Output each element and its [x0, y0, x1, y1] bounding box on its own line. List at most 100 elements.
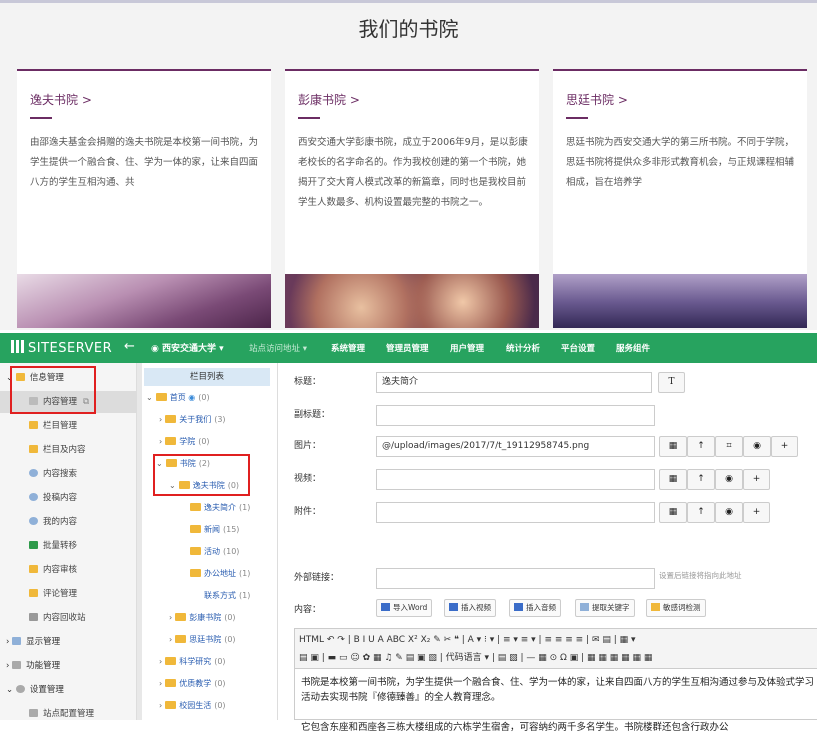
folder-icon [175, 635, 187, 643]
chevron-right-icon: › [159, 415, 163, 424]
tree-label: 思廷书院 [189, 635, 222, 644]
nav-platform[interactable]: 平台设置 [561, 342, 595, 354]
plus-icon[interactable]: + [743, 469, 770, 490]
back-arrow-icon[interactable]: ← [124, 339, 135, 354]
chevron-right-icon: › [159, 437, 163, 446]
sensitive-check-button[interactable]: 敏感词检测 [646, 599, 706, 617]
card-pengkang[interactable]: 彭康书院 > 西安交通大学彭康书院，成立于2006年9月，是以彭康老校长的名字命… [285, 69, 539, 328]
tool-label: 导入Word [393, 603, 428, 612]
plus-icon[interactable]: + [771, 436, 798, 457]
grid-icon[interactable]: ▦ [659, 502, 687, 523]
card-siting[interactable]: 思廷书院 > 思廷书院为西安交通大学的第三所书院。不同于学院，思廷书院将提供众多… [553, 69, 807, 328]
card-yifu[interactable]: 逸夫书院 > 由邵逸夫基金会捐赠的逸夫书院是本校第一间书院，为学生提供一个融合食… [17, 69, 271, 328]
tree-node-news[interactable]: 新闻 (15) [190, 522, 239, 538]
sidebar-item-submissions[interactable]: 投稿内容 [0, 487, 137, 509]
image-label: 图片： [294, 441, 322, 451]
eye-icon[interactable]: ◉ [743, 436, 771, 457]
tree-label: 首页 [169, 393, 186, 402]
link-input[interactable] [376, 568, 655, 589]
crop-icon[interactable]: ⌗ [715, 436, 743, 457]
chevron-down-icon: ⌄ [6, 685, 16, 695]
sidebar-item-site-config[interactable]: 站点配置管理 [0, 703, 137, 725]
siteserver-logo[interactable]: SITESERVER [11, 340, 112, 356]
nav-services[interactable]: 服务组件 [616, 342, 650, 354]
tag-icon [580, 603, 589, 611]
sidebar-group-function[interactable]: › 功能管理 [0, 655, 137, 677]
nav-site-url[interactable]: 站点访问地址 ▾ [249, 342, 307, 354]
tree-count: (0) [214, 657, 226, 666]
sidebar-group-display[interactable]: › 显示管理 [0, 631, 137, 653]
image-input[interactable]: @/upload/images/2017/7/t_19112958745.png [376, 436, 655, 457]
top-navbar: SITESERVER ← ◉ 西安交通大学 ▾ 站点访问地址 ▾ 系统管理 管理… [0, 333, 817, 363]
subtitle-input[interactable] [376, 405, 655, 426]
tree-node-campus[interactable]: › 校园生活 (0) [159, 698, 226, 714]
video-label: 视频： [294, 474, 322, 484]
title-input[interactable]: 逸夫简介 [376, 372, 652, 393]
tree-node-about[interactable]: › 关于我们 (3) [159, 412, 226, 428]
tree-node-activities[interactable]: 活动 (10) [190, 544, 239, 560]
sidebar-item-search[interactable]: 内容搜索 [0, 463, 137, 485]
sidebar-item-channels-content[interactable]: 栏目及内容 [0, 439, 137, 461]
tree-node-research[interactable]: › 科学研究 (0) [159, 654, 226, 670]
sidebar-item-channels[interactable]: 栏目管理 [0, 415, 137, 437]
sidebar-item-comments[interactable]: 评论管理 [0, 583, 137, 605]
rich-text-editor[interactable]: HTML ↶ ↷ | B I U A ABC X² X₂ ✎ ✂ ❝ | A ▾… [294, 628, 817, 733]
insert-audio-button[interactable]: 插入音频 [509, 599, 561, 617]
card-title[interactable]: 彭康书院 > [298, 91, 360, 108]
video-input[interactable] [376, 469, 655, 490]
extract-keywords-button[interactable]: 提取关键字 [575, 599, 635, 617]
grid-icon[interactable]: ▦ [659, 469, 687, 490]
folder-icon [190, 525, 201, 533]
tree-node-home[interactable]: ⌄ 首页 ◉ (0) [146, 390, 210, 406]
folder-icon [165, 701, 177, 709]
sidebar-item-my-content[interactable]: 我的内容 [0, 511, 137, 533]
tree-label: 优质教学 [179, 679, 212, 688]
editor-toolbar-row-1[interactable]: HTML ↶ ↷ | B I U A ABC X² X₂ ✎ ✂ ❝ | A ▾… [299, 632, 636, 648]
folder-icon [190, 503, 201, 511]
sidebar-item-batch-move[interactable]: 批量转移 [0, 535, 137, 557]
tree-node-contact[interactable]: 联系方式 (1) [204, 588, 250, 604]
site-selector[interactable]: ◉ 西安交通大学 ▾ [151, 341, 224, 354]
insert-video-button[interactable]: 插入视频 [444, 599, 496, 617]
editor-body[interactable]: 书院是本校第一间书院，为学生提供一个融合食、住、学为一体的家，让来自四面八方的学… [301, 675, 816, 750]
title-format-button[interactable]: T [658, 372, 685, 393]
search-icon [29, 493, 38, 501]
card-title[interactable]: 思廷书院 > [566, 91, 628, 108]
sidebar-group-settings[interactable]: ⌄ 设置管理 [0, 679, 137, 701]
tree-node-teaching[interactable]: › 优质教学 (0) [159, 676, 226, 692]
sidebar-label: 显示管理 [26, 637, 61, 647]
tree-node-yifu-intro[interactable]: 逸夫简介 (1) [190, 500, 250, 516]
upload-icon[interactable]: ↑ [687, 502, 715, 523]
tree-node-college[interactable]: › 学院 (0) [159, 434, 210, 450]
upload-icon[interactable]: ↑ [687, 436, 715, 457]
nav-stats[interactable]: 统计分析 [506, 342, 540, 354]
card-title[interactable]: 逸夫书院 > [30, 91, 92, 108]
sidebar-item-review[interactable]: 内容审核 [0, 559, 137, 581]
config-icon [29, 709, 38, 717]
nav-system[interactable]: 系统管理 [331, 342, 365, 354]
nav-users[interactable]: 用户管理 [450, 342, 484, 354]
nav-admin[interactable]: 管理员管理 [386, 342, 429, 354]
tree-count: (1) [239, 591, 251, 600]
tree-node-siting[interactable]: › 思廷书院 (0) [169, 632, 236, 648]
tree-label: 联系方式 [204, 591, 236, 600]
eye-icon[interactable]: ◉ [715, 502, 743, 523]
editor-paragraph: 它包含东座和西座各三栋大楼组成的六栋学生宿舍，可容纳约两千多名学生。书院楼群还包… [301, 722, 729, 733]
folder-icon [165, 437, 177, 445]
subtitle-label: 副标题： [294, 410, 331, 420]
tree-label: 逸夫简介 [204, 503, 236, 512]
attachment-input[interactable] [376, 502, 655, 523]
import-word-button[interactable]: 导入Word [376, 599, 433, 617]
college-section: 我们的书院 逸夫书院 > 由邵逸夫基金会捐赠的逸夫书院是本校第一间书院，为学生提… [0, 0, 817, 330]
grid-icon[interactable]: ▦ [659, 436, 687, 457]
plus-icon[interactable]: + [743, 502, 770, 523]
attachment-label: 附件： [294, 507, 322, 517]
sidebar-item-recycle[interactable]: 内容回收站 [0, 607, 137, 629]
folder-icon [165, 657, 177, 665]
tree-node-pengkang[interactable]: › 彭康书院 (0) [169, 610, 236, 626]
audio-icon [514, 603, 523, 611]
eye-icon[interactable]: ◉ [715, 469, 743, 490]
editor-toolbar-row-2[interactable]: ▤ ▣ | ▬ ▭ ☺ ✿ ▦ ♫ ✎ ▤ ▣ ▧ | 代码语言 ▾ | ▤ ▧… [299, 650, 652, 666]
upload-icon[interactable]: ↑ [687, 469, 715, 490]
tree-node-office[interactable]: 办公地址 (1) [190, 566, 250, 582]
